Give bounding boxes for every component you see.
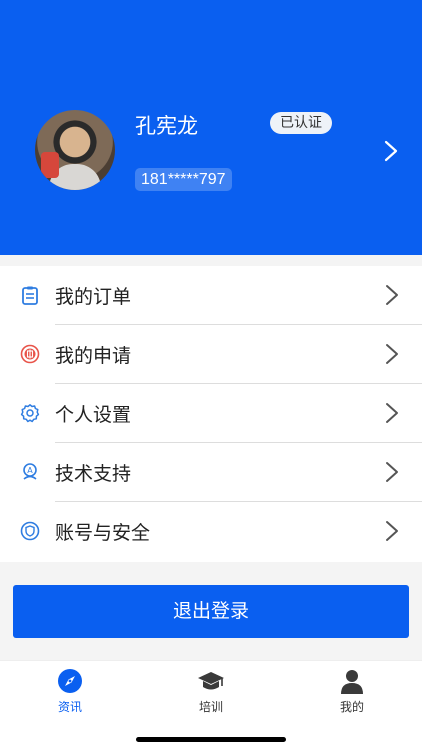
safe-area xyxy=(0,716,422,750)
user-profile-icon xyxy=(341,670,363,694)
tab-label: 我的 xyxy=(339,700,364,714)
tab-label: 资讯 xyxy=(57,700,82,714)
tab-label: 培训 xyxy=(198,700,223,714)
menu-item-support[interactable]: A 技术支持 xyxy=(0,443,422,502)
graduation-cap-icon xyxy=(198,672,224,690)
tab-news[interactable]: 资讯 xyxy=(0,661,140,717)
profile-name: 孔宪龙 xyxy=(135,114,198,138)
logout-button[interactable]: 退出登录 xyxy=(13,585,409,638)
chevron-right-icon xyxy=(386,521,398,541)
menu-item-label: 我的申请 xyxy=(55,345,132,367)
svg-text:A: A xyxy=(27,466,33,475)
settings-menu: 我的订单 我的申请 个人设置 A 技术支持 账号与安全 xyxy=(0,266,422,562)
avatar[interactable] xyxy=(35,110,115,190)
avatar-cup xyxy=(41,152,59,178)
menu-item-orders[interactable]: 我的订单 xyxy=(0,266,422,325)
tab-training[interactable]: 培训 xyxy=(141,661,281,717)
chevron-right-icon xyxy=(386,344,398,364)
menu-item-settings[interactable]: 个人设置 xyxy=(0,384,422,443)
verified-badge: 已认证 xyxy=(270,112,332,134)
profile-phone: 181*****797 xyxy=(135,168,232,191)
tab-profile[interactable]: 我的 xyxy=(282,661,422,717)
chevron-right-icon[interactable] xyxy=(381,140,401,162)
security-shield-icon xyxy=(20,521,40,541)
bottom-tabbar: 资讯 培训 我的 xyxy=(0,660,422,716)
order-clipboard-icon xyxy=(22,286,38,305)
menu-item-applications[interactable]: 我的申请 xyxy=(0,325,422,384)
home-indicator[interactable] xyxy=(136,737,286,742)
menu-item-label: 我的订单 xyxy=(55,286,132,308)
menu-item-label: 个人设置 xyxy=(55,404,132,426)
menu-item-label: 技术支持 xyxy=(55,463,132,485)
menu-item-account-security[interactable]: 账号与安全 xyxy=(0,502,422,561)
chevron-right-icon xyxy=(386,403,398,423)
profile-header[interactable]: 孔宪龙 已认证 181*****797 xyxy=(0,0,422,255)
settings-gear-icon xyxy=(20,404,40,423)
compass-icon xyxy=(58,669,82,693)
support-person-icon: A xyxy=(23,463,37,480)
menu-item-label: 账号与安全 xyxy=(55,522,151,544)
chevron-right-icon xyxy=(386,285,398,305)
chevron-right-icon xyxy=(386,462,398,482)
application-seal-icon xyxy=(20,344,40,364)
